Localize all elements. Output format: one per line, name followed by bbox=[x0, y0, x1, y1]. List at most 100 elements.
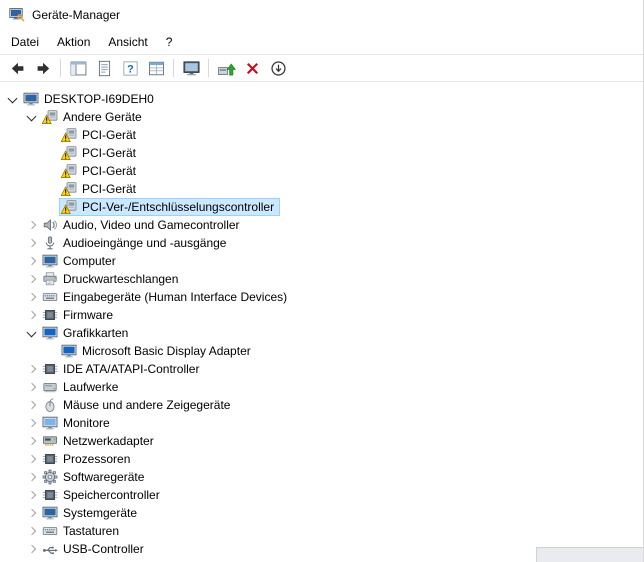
tree-item-body[interactable]: PCI-Gerät bbox=[59, 126, 142, 144]
menu-item-datei[interactable]: Datei bbox=[2, 30, 48, 54]
chevron-collapsed-icon[interactable] bbox=[23, 415, 40, 431]
tree-item[interactable]: PCI-Gerät bbox=[4, 180, 643, 198]
tree-item[interactable]: Audio, Video und Gamecontroller bbox=[4, 216, 643, 234]
tree-item-selected[interactable]: PCI-Ver-/Entschlüsselungscontroller bbox=[59, 198, 281, 216]
tree-item-body[interactable]: Grafikkarten bbox=[40, 324, 134, 342]
chevron-collapsed-icon[interactable] bbox=[23, 487, 40, 503]
tree-item-body[interactable]: PCI-Gerät bbox=[59, 180, 142, 198]
tree-item[interactable]: DESKTOP-I69DEH0 bbox=[4, 90, 643, 108]
chevron-collapsed-icon[interactable] bbox=[23, 505, 40, 521]
tree-item[interactable]: IDE ATA/ATAPI-Controller bbox=[4, 360, 643, 378]
tree-item[interactable]: PCI-Gerät bbox=[4, 126, 643, 144]
tree-item-label: Microsoft Basic Display Adapter bbox=[82, 344, 251, 358]
tree-item[interactable]: Softwaregeräte bbox=[4, 468, 643, 486]
tree-item-body[interactable]: Mäuse und andere Zeigegeräte bbox=[40, 396, 236, 414]
tree-item-body[interactable]: Speichercontroller bbox=[40, 486, 166, 504]
tree-item-body[interactable]: Audio, Video und Gamecontroller bbox=[40, 216, 246, 234]
tree-item-body[interactable]: IDE ATA/ATAPI-Controller bbox=[40, 360, 205, 378]
tree-item[interactable]: Tastaturen bbox=[4, 522, 643, 540]
tree-item[interactable]: PCI-Gerät bbox=[4, 162, 643, 180]
tree-item-body[interactable]: Systemgeräte bbox=[40, 504, 143, 522]
tree-item[interactable]: Mäuse und andere Zeigegeräte bbox=[4, 396, 643, 414]
chevron-collapsed-icon[interactable] bbox=[23, 397, 40, 413]
chevron-collapsed-icon[interactable] bbox=[23, 253, 40, 269]
twisty-placeholder bbox=[42, 163, 59, 179]
menu-item-ansicht[interactable]: Ansicht bbox=[99, 30, 156, 54]
properties-button[interactable] bbox=[91, 56, 117, 80]
show-console-tree-button[interactable] bbox=[65, 56, 91, 80]
disk-drives-icon bbox=[42, 379, 58, 395]
tree-item-body[interactable]: Netzwerkadapter bbox=[40, 432, 160, 450]
forward-button[interactable] bbox=[30, 56, 56, 80]
chevron-collapsed-icon[interactable] bbox=[23, 289, 40, 305]
tree-item[interactable]: Eingabegeräte (Human Interface Devices) bbox=[4, 288, 643, 306]
tree-item-label: PCI-Ver-/Entschlüsselungscontroller bbox=[82, 200, 275, 214]
uninstall-device-button[interactable] bbox=[239, 56, 265, 80]
chevron-expanded-icon[interactable] bbox=[23, 109, 40, 125]
tree-item[interactable]: Firmware bbox=[4, 306, 643, 324]
tree-item[interactable]: PCI-Ver-/Entschlüsselungscontroller bbox=[4, 198, 643, 216]
scan-hardware-changes-button[interactable] bbox=[265, 56, 291, 80]
device-tree[interactable]: DESKTOP-I69DEH0 Andere Geräte PCI-Gerät PCI… bbox=[0, 82, 643, 562]
devices-view-button[interactable] bbox=[178, 56, 204, 80]
title-bar: Geräte-Manager bbox=[0, 0, 643, 30]
tree-item[interactable]: Prozessoren bbox=[4, 450, 643, 468]
tree-item[interactable]: Druckwarteschlangen bbox=[4, 270, 643, 288]
back-button[interactable] bbox=[4, 56, 30, 80]
tree-item[interactable]: Netzwerkadapter bbox=[4, 432, 643, 450]
chevron-collapsed-icon[interactable] bbox=[23, 379, 40, 395]
chevron-collapsed-icon[interactable] bbox=[23, 433, 40, 449]
tree-item-body[interactable]: Laufwerke bbox=[40, 378, 124, 396]
twisty-placeholder bbox=[42, 127, 59, 143]
chevron-collapsed-icon[interactable] bbox=[23, 235, 40, 251]
tree-item-body[interactable]: Andere Geräte bbox=[40, 108, 148, 126]
export-list-button[interactable] bbox=[143, 56, 169, 80]
tree-item[interactable]: Grafikkarten bbox=[4, 324, 643, 342]
chevron-expanded-icon[interactable] bbox=[4, 91, 21, 107]
tree-item-body[interactable]: PCI-Gerät bbox=[59, 144, 142, 162]
chevron-collapsed-icon[interactable] bbox=[23, 523, 40, 539]
tree-item-body[interactable]: Eingabegeräte (Human Interface Devices) bbox=[40, 288, 293, 306]
tree-item[interactable]: Speichercontroller bbox=[4, 486, 643, 504]
chevron-collapsed-icon[interactable] bbox=[23, 541, 40, 557]
tree-item-body[interactable]: Tastaturen bbox=[40, 522, 125, 540]
tree-item[interactable]: Audioeingänge und -ausgänge bbox=[4, 234, 643, 252]
tree-item[interactable]: Laufwerke bbox=[4, 378, 643, 396]
tree-item-body[interactable]: Prozessoren bbox=[40, 450, 136, 468]
tree-item[interactable]: PCI-Gerät bbox=[4, 144, 643, 162]
chevron-collapsed-icon[interactable] bbox=[23, 307, 40, 323]
tree-item[interactable]: Andere Geräte bbox=[4, 108, 643, 126]
chevron-collapsed-icon[interactable] bbox=[23, 361, 40, 377]
chevron-collapsed-icon[interactable] bbox=[23, 451, 40, 467]
tree-item-body[interactable]: Computer bbox=[40, 252, 122, 270]
tree-item-body[interactable]: Monitore bbox=[40, 414, 116, 432]
chevron-expanded-icon[interactable] bbox=[23, 325, 40, 341]
chevron-collapsed-icon[interactable] bbox=[23, 271, 40, 287]
scan-circle-arrow-icon bbox=[269, 59, 288, 78]
tree-item-body[interactable]: Softwaregeräte bbox=[40, 468, 150, 486]
tree-item-body[interactable]: Firmware bbox=[40, 306, 119, 324]
menu-item-help[interactable]: ? bbox=[157, 30, 182, 54]
menu-item-aktion[interactable]: Aktion bbox=[48, 30, 99, 54]
tree-item[interactable]: Microsoft Basic Display Adapter bbox=[4, 342, 643, 360]
tree-item-label: Speichercontroller bbox=[63, 488, 160, 502]
chevron-collapsed-icon[interactable] bbox=[23, 469, 40, 485]
help-button[interactable]: ? bbox=[117, 56, 143, 80]
usb-controllers-icon bbox=[42, 541, 58, 557]
window-title: Geräte-Manager bbox=[32, 8, 121, 22]
update-driver-button[interactable] bbox=[213, 56, 239, 80]
tree-item-body[interactable]: USB-Controller bbox=[40, 540, 150, 558]
tree-item-body[interactable]: Microsoft Basic Display Adapter bbox=[59, 342, 257, 360]
tree-item-body[interactable]: DESKTOP-I69DEH0 bbox=[21, 90, 160, 108]
tree-item[interactable]: Systemgeräte bbox=[4, 504, 643, 522]
chevron-collapsed-icon[interactable] bbox=[23, 217, 40, 233]
tree-item-body[interactable]: Druckwarteschlangen bbox=[40, 270, 184, 288]
tree-item[interactable]: Monitore bbox=[4, 414, 643, 432]
tree-item-body[interactable]: PCI-Gerät bbox=[59, 162, 142, 180]
tree-item-body[interactable]: Audioeingänge und -ausgänge bbox=[40, 234, 232, 252]
tree-item[interactable]: Computer bbox=[4, 252, 643, 270]
